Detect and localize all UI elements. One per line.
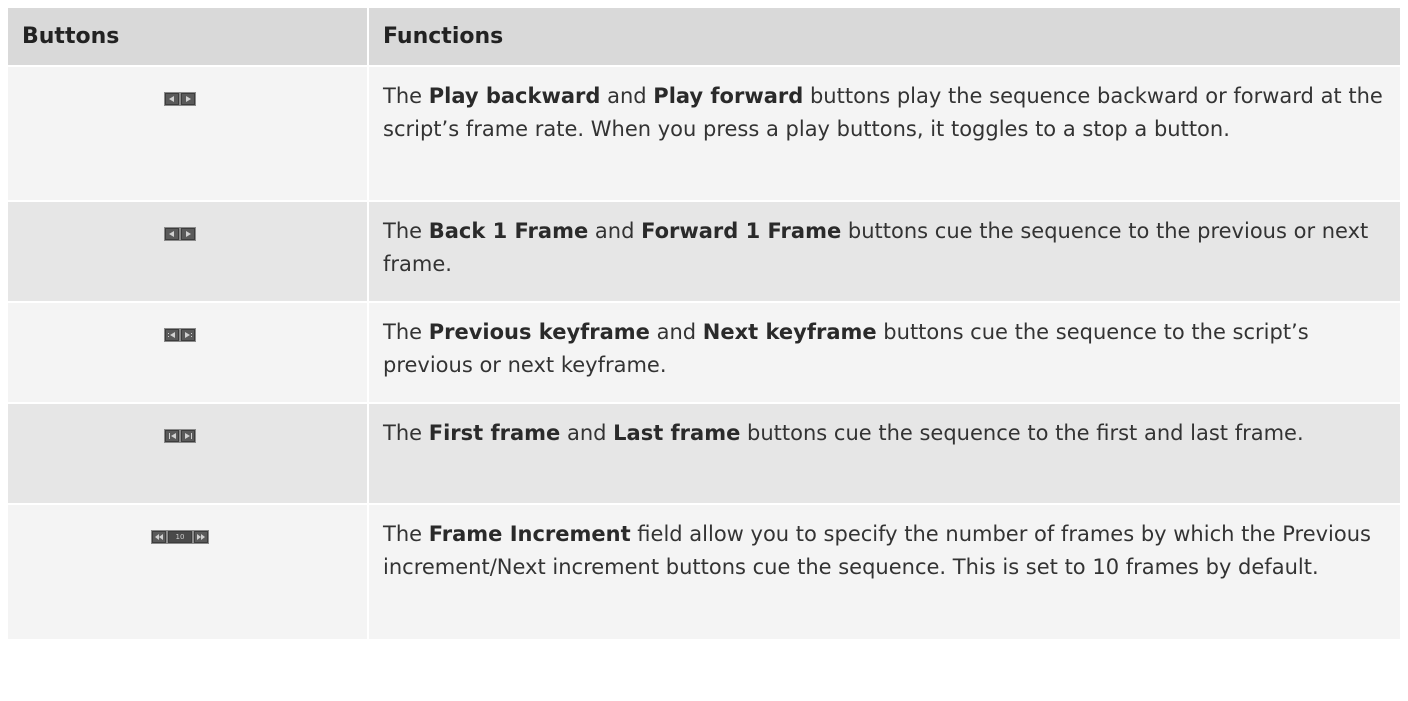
buttons-cell [8, 402, 369, 504]
buttons-functions-table: Buttons Functions The Play backward and … [8, 8, 1400, 639]
table-row: 10 The Frame Increment field allow you t… [8, 503, 1400, 639]
play-backward-icon [165, 93, 179, 105]
first-frame-icon [165, 430, 179, 442]
table-header-row: Buttons Functions [8, 8, 1400, 66]
forward-1-frame-icon [181, 228, 195, 240]
buttons-cell [8, 301, 369, 403]
function-description: The Back 1 Frame and Forward 1 Frame but… [368, 200, 1400, 302]
function-description: The Play backward and Play forward butto… [368, 65, 1400, 201]
next-increment-icon [194, 531, 208, 543]
next-keyframe-icon [181, 329, 195, 341]
header-buttons: Buttons [8, 8, 369, 66]
back-1-frame-icon [165, 228, 179, 240]
table-row: The Play backward and Play forward butto… [8, 65, 1400, 201]
last-frame-icon [181, 430, 195, 442]
function-description: The Frame Increment field allow you to s… [368, 503, 1400, 639]
buttons-cell [8, 200, 369, 302]
previous-keyframe-icon [165, 329, 179, 341]
table-row: The Back 1 Frame and Forward 1 Frame but… [8, 200, 1400, 302]
play-backward-forward-icon [164, 92, 196, 106]
frame-increment-field: 10 [168, 531, 192, 543]
frame-increment-icon: 10 [151, 530, 209, 544]
buttons-cell: 10 [8, 503, 369, 639]
first-last-frame-icon [164, 429, 196, 443]
previous-next-keyframe-icon [164, 328, 196, 342]
header-functions: Functions [368, 8, 1400, 66]
play-forward-icon [181, 93, 195, 105]
buttons-cell [8, 65, 369, 201]
previous-increment-icon [152, 531, 166, 543]
table-row: The Previous keyframe and Next keyframe … [8, 301, 1400, 403]
back-forward-1-frame-icon [164, 227, 196, 241]
function-description: The Previous keyframe and Next keyframe … [368, 301, 1400, 403]
function-description: The First frame and Last frame buttons c… [368, 402, 1400, 504]
table-row: The First frame and Last frame buttons c… [8, 402, 1400, 504]
